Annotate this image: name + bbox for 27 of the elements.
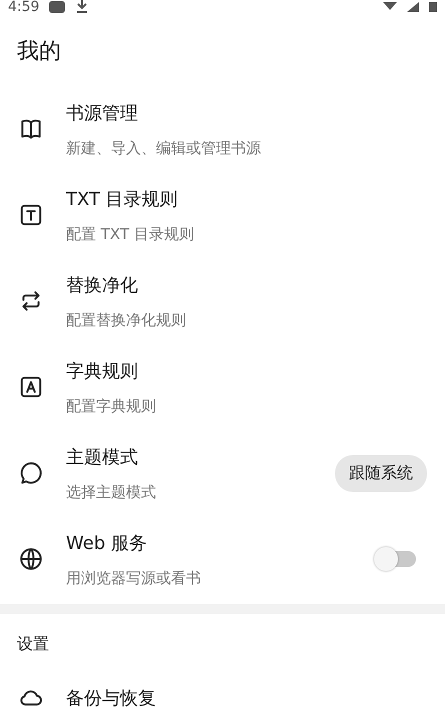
notification-icon bbox=[49, 1, 66, 13]
item-subtitle: 配置 TXT 目录规则 bbox=[66, 224, 195, 244]
section-title: 设置 bbox=[16, 633, 50, 655]
signal-icon bbox=[407, 2, 419, 12]
item-subtitle: 配置替换净化规则 bbox=[66, 310, 187, 330]
theme-mode-chip[interactable]: 跟随系统 bbox=[335, 454, 427, 492]
item-title[interactable]: Web 服务 bbox=[66, 530, 373, 554]
battery-icon bbox=[429, 2, 437, 12]
item-title[interactable]: 书源管理 bbox=[66, 100, 427, 124]
item-subtitle: 配置字典规则 bbox=[66, 396, 157, 416]
toggle-switch[interactable] bbox=[373, 546, 417, 572]
item-subtitle: 选择主题模式 bbox=[66, 482, 157, 502]
letter-t-icon bbox=[18, 202, 44, 228]
speech-bubble-icon bbox=[18, 460, 44, 486]
item-title[interactable]: 主题模式 bbox=[66, 444, 335, 468]
page-title: 我的 bbox=[16, 38, 62, 66]
item-title[interactable]: 字典规则 bbox=[66, 358, 427, 382]
globe-icon bbox=[18, 546, 44, 572]
download-icon bbox=[75, 0, 90, 14]
item-subtitle: 用浏览器写源或看书 bbox=[66, 568, 202, 588]
item-subtitle: 新建、导入、编辑或管理书源 bbox=[66, 138, 262, 158]
item-title[interactable]: 替换净化 bbox=[66, 272, 427, 296]
wifi-icon bbox=[383, 2, 397, 12]
item-title[interactable]: 备份与恢复 bbox=[66, 686, 427, 710]
status-time: 4:59 bbox=[8, 0, 40, 14]
item-title[interactable]: TXT 目录规则 bbox=[66, 186, 427, 210]
letter-a-icon bbox=[18, 374, 44, 400]
